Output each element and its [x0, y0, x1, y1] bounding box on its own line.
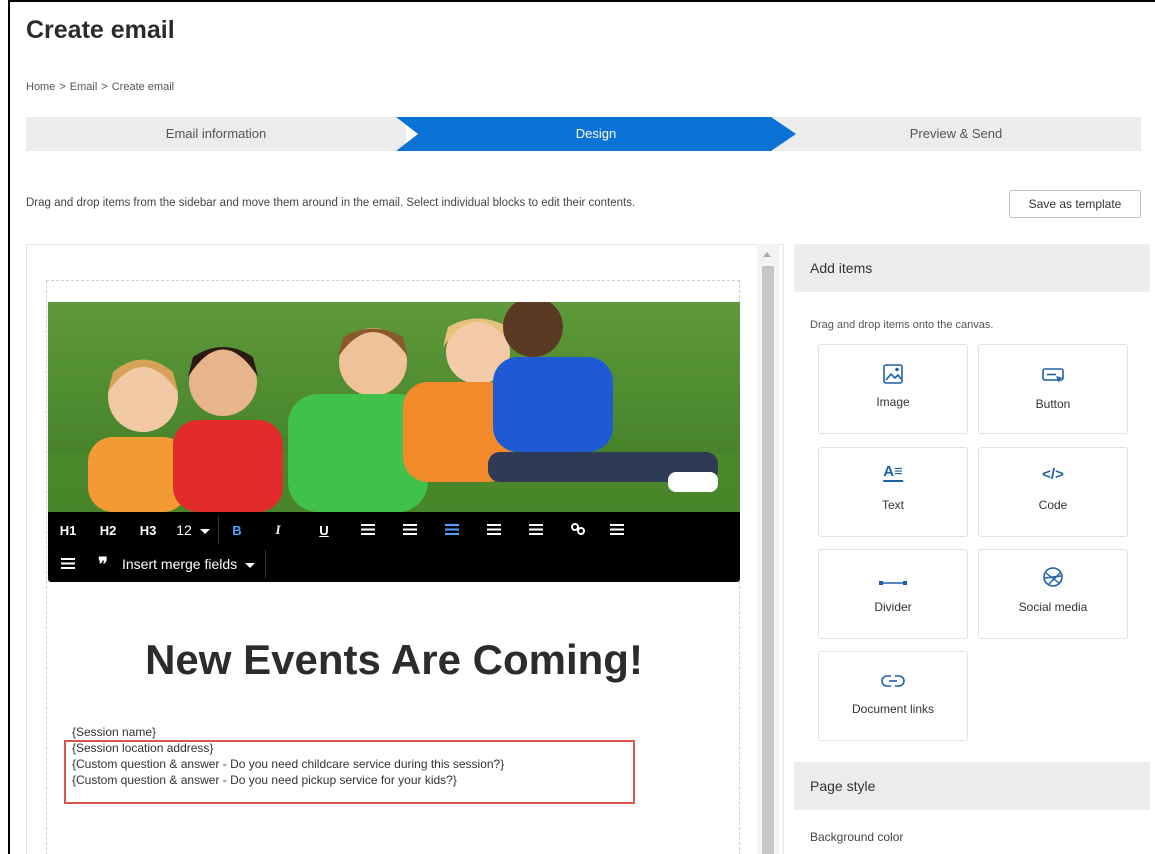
merge-fields-label: Insert merge fields	[122, 556, 238, 572]
ordered-list-icon[interactable]	[599, 523, 635, 538]
step-preview-send[interactable]: Preview & Send	[771, 117, 1141, 151]
link-icon[interactable]	[557, 522, 599, 539]
merge-field-line: {Session name}	[72, 725, 157, 739]
add-items-header: Add items	[794, 244, 1150, 292]
divider-icon	[878, 574, 908, 592]
step-design[interactable]: Design	[396, 117, 796, 151]
item-social-media[interactable]: Social media	[978, 549, 1128, 639]
page-style-header: Page style	[794, 762, 1150, 810]
breadcrumb-separator: >	[59, 81, 66, 93]
outdent-icon[interactable]	[389, 523, 431, 538]
align-left-icon[interactable]	[431, 523, 473, 538]
item-divider-label: Divider	[874, 600, 912, 614]
sidebar: Add items Drag and drop items onto the c…	[794, 244, 1150, 854]
chevron-down-icon	[199, 528, 210, 534]
quote-icon[interactable]: ❞	[88, 554, 118, 575]
item-button-label: Button	[1035, 397, 1071, 411]
add-items-description: Drag and drop items onto the canvas.	[810, 319, 994, 331]
button-icon	[1041, 367, 1065, 390]
heading-1-button[interactable]: H1	[48, 523, 88, 538]
item-divider[interactable]: Divider	[818, 549, 968, 639]
item-text-label: Text	[881, 498, 904, 512]
item-button[interactable]: Button	[978, 344, 1128, 434]
item-image[interactable]: Image	[818, 344, 968, 434]
breadcrumb-home[interactable]: Home	[26, 81, 55, 93]
item-code-label: Code	[1038, 498, 1068, 512]
image-icon	[882, 363, 904, 390]
breadcrumb: Home > Email > Create email	[26, 81, 174, 93]
breadcrumb-email[interactable]: Email	[70, 81, 98, 93]
email-hero-image[interactable]	[48, 302, 740, 512]
item-social-media-label: Social media	[1018, 600, 1088, 614]
highlight-annotation	[64, 740, 635, 804]
bold-button[interactable]: B	[219, 523, 255, 538]
align-right-icon[interactable]	[515, 523, 557, 538]
instructions-text: Drag and drop items from the sidebar and…	[26, 197, 636, 209]
item-document-links[interactable]: Document links	[818, 651, 968, 741]
item-image-label: Image	[876, 395, 910, 409]
insert-merge-fields-dropdown[interactable]: Insert merge fields	[118, 556, 265, 572]
font-size-select[interactable]: 12	[168, 522, 218, 538]
indent-icon[interactable]	[347, 523, 389, 538]
item-document-links-label: Document links	[851, 702, 935, 716]
breadcrumb-separator: >	[101, 81, 108, 93]
globe-icon	[1042, 566, 1064, 593]
bullet-list-icon[interactable]	[48, 557, 88, 572]
align-center-icon[interactable]	[473, 523, 515, 538]
link-icon	[881, 674, 905, 693]
children-photo	[48, 302, 740, 512]
background-color-label: Background color	[810, 830, 904, 844]
toolbar-separator	[265, 550, 267, 578]
canvas-scrollbar[interactable]	[757, 244, 779, 854]
scroll-up-icon[interactable]	[763, 252, 771, 257]
text-icon: A≡	[883, 463, 903, 482]
wizard-steps: Email information Preview & Send Design	[26, 117, 1141, 151]
item-code[interactable]: </> Code	[978, 447, 1128, 537]
page-title: Create email	[26, 16, 175, 44]
item-text[interactable]: A≡ Text	[818, 447, 968, 537]
step-email-information[interactable]: Email information	[26, 117, 406, 151]
email-headline[interactable]: New Events Are Coming!	[48, 636, 740, 684]
heading-2-button[interactable]: H2	[88, 523, 128, 538]
chevron-down-icon	[245, 562, 256, 568]
heading-3-button[interactable]: H3	[128, 523, 168, 538]
scroll-thumb[interactable]	[762, 266, 774, 854]
rich-text-toolbar: H1 H2 H3 12 B I U ❞ Insert merge fields	[48, 512, 740, 582]
code-icon: </>	[1042, 466, 1064, 483]
font-size-value: 12	[176, 522, 192, 538]
breadcrumb-current: Create email	[111, 81, 175, 93]
underline-button[interactable]: U	[301, 523, 347, 538]
app-frame: Create email Home > Email > Create email Ema…	[8, 0, 1155, 854]
italic-button[interactable]: I	[255, 522, 301, 538]
save-as-template-button[interactable]: Save as template	[1009, 190, 1141, 218]
